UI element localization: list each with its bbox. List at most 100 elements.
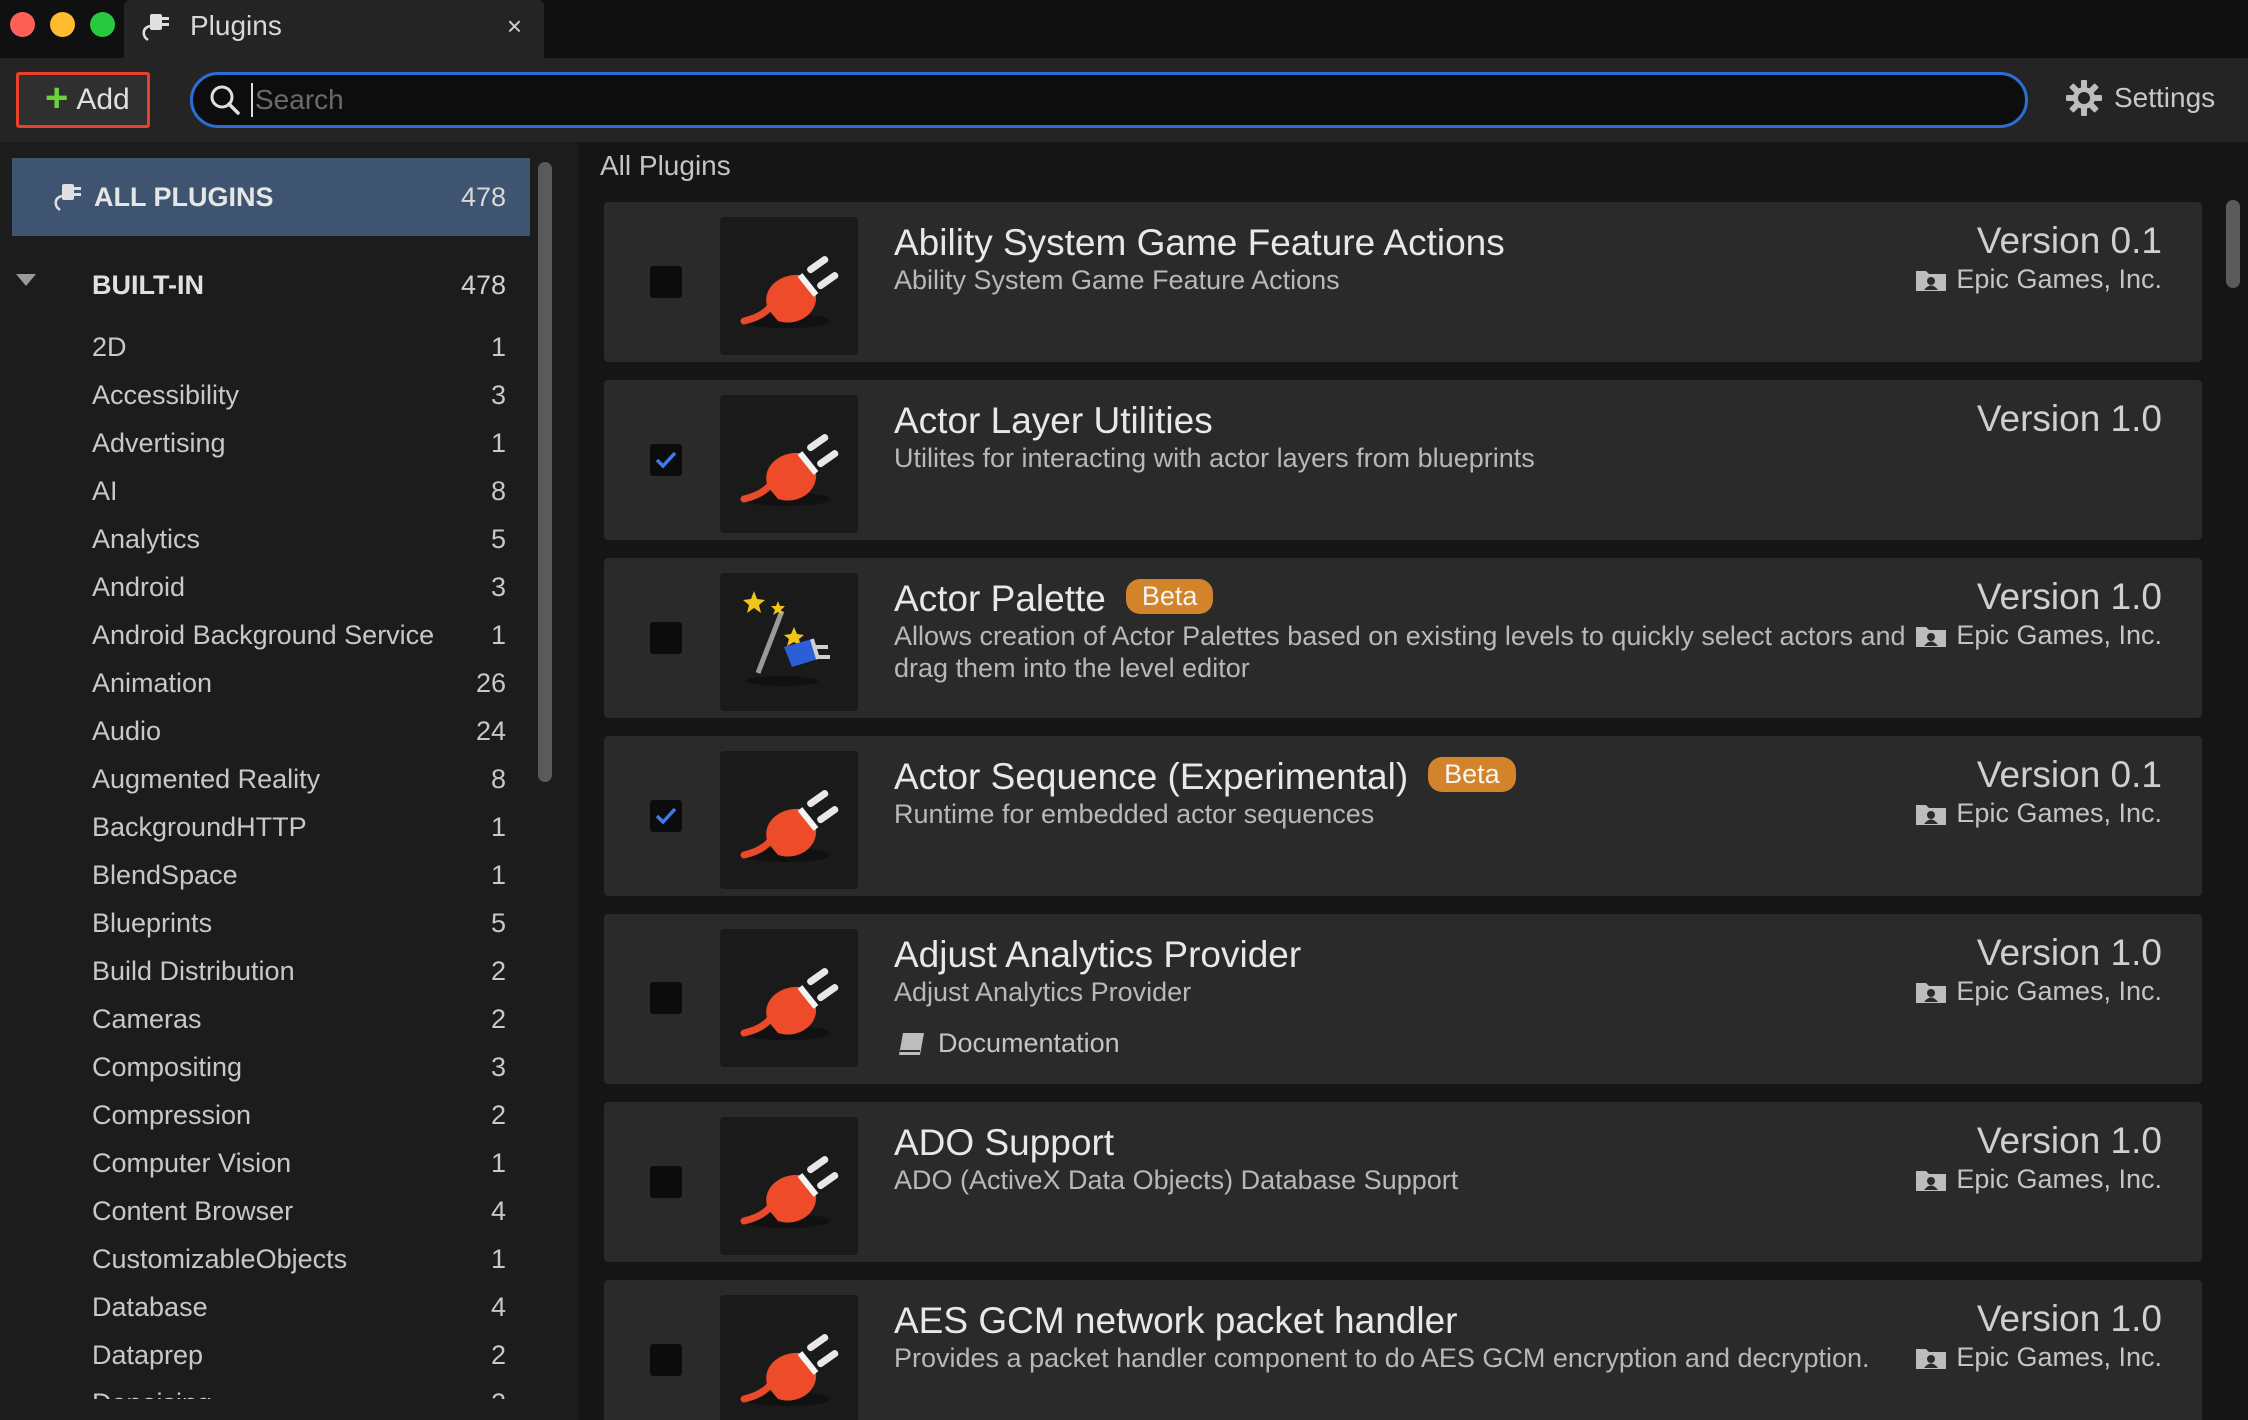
plugin-card[interactable]: ADO Support ADO (ActiveX Data Objects) D… (604, 1102, 2202, 1262)
category-count: 1 (490, 1148, 506, 1178)
plugin-description: Utilites for interacting with actor laye… (894, 443, 1535, 473)
enable-checkbox[interactable] (650, 444, 682, 476)
category-count: 4 (490, 1196, 506, 1226)
sidebar-item-category[interactable]: Content Browser 4 (0, 1188, 530, 1236)
category-name: Computer Vision (92, 1148, 292, 1178)
sidebar-item-category[interactable]: Audio 24 (0, 708, 530, 756)
plugin-author[interactable]: Epic Games, Inc. (1914, 798, 2162, 829)
author-name: Epic Games, Inc. (1956, 1164, 2162, 1194)
plugin-list-scrollbar[interactable] (2226, 200, 2240, 288)
category-name: AI (92, 476, 118, 506)
category-name: BlendSpace (92, 860, 238, 890)
sidebar-item-category[interactable]: Compositing 3 (0, 1044, 530, 1092)
plugin-version: Version 0.1 (1976, 754, 2162, 795)
sidebar-item-category[interactable]: Android 3 (0, 564, 530, 612)
category-name: Database (92, 1292, 208, 1322)
plugin-card[interactable]: Ability System Game Feature Actions Abil… (604, 202, 2202, 362)
category-name: Animation (92, 668, 213, 698)
enable-checkbox[interactable] (650, 266, 682, 298)
search-icon (210, 85, 240, 115)
beta-badge: Beta (1125, 579, 1214, 614)
sidebar-item-category[interactable]: Denoising 2 (0, 1380, 530, 1399)
plugin-name: ADO Support (894, 1122, 1115, 1163)
sidebar-item-category[interactable]: Android Background Service 1 (0, 612, 530, 660)
plugin-author[interactable]: Epic Games, Inc. (1914, 264, 2162, 295)
sidebar-item-category[interactable]: Blueprints 5 (0, 900, 530, 948)
sidebar-item-category[interactable]: Cameras 2 (0, 996, 530, 1044)
sidebar-item-category[interactable]: Computer Vision 1 (0, 1140, 530, 1188)
sidebar-item-category[interactable]: Dataprep 2 (0, 1332, 530, 1380)
close-tab-icon[interactable]: × (507, 11, 522, 42)
enable-checkbox[interactable] (650, 1344, 682, 1376)
category-name: Accessibility (92, 380, 240, 410)
tab-plugins[interactable]: Plugins × (124, 0, 544, 58)
plug-icon (720, 217, 858, 355)
all-plugins-label: ALL PLUGINS (94, 181, 274, 212)
plugin-description: Adjust Analytics Provider (894, 977, 1192, 1007)
sidebar-item-category[interactable]: Animation 26 (0, 660, 530, 708)
plugin-card[interactable]: AES GCM network packet handler Provides … (604, 1280, 2202, 1420)
category-count: 4 (490, 1292, 506, 1322)
category-name: Augmented Reality (92, 764, 321, 794)
category-name: Cameras (92, 1004, 202, 1034)
category-count: 1 (490, 1244, 506, 1274)
category-count: 1 (490, 332, 506, 362)
sidebar-group-built-in[interactable]: BUILT-IN 478 (0, 260, 530, 310)
sidebar-item-category[interactable]: BackgroundHTTP 1 (0, 804, 530, 852)
plugin-author[interactable]: Epic Games, Inc. (1914, 1164, 2162, 1195)
sidebar-item-category[interactable]: Advertising 1 (0, 420, 530, 468)
category-name: Dataprep (92, 1340, 204, 1370)
category-name: Advertising (92, 428, 226, 458)
category-count: 2 (491, 1388, 506, 1399)
minimize-window-button[interactable] (50, 12, 75, 37)
plug-icon (720, 929, 858, 1067)
documentation-label: Documentation (938, 1028, 1120, 1058)
category-count: 1 (490, 860, 506, 890)
sidebar-item-category[interactable]: Augmented Reality 8 (0, 756, 530, 804)
sidebar-item-category[interactable]: BlendSpace 1 (0, 852, 530, 900)
add-button-label: Add (76, 83, 130, 116)
category-count: 1 (490, 620, 506, 650)
sidebar-item-category[interactable]: Database 4 (0, 1284, 530, 1332)
sidebar-item-category[interactable]: Compression 2 (0, 1092, 530, 1140)
sidebar-scrollbar[interactable] (538, 162, 552, 782)
add-button[interactable]: + Add (16, 72, 150, 128)
close-window-button[interactable] (10, 12, 35, 37)
toolbar: + Add Settings (0, 58, 2248, 142)
plugin-description: Provides a packet handler component to d… (894, 1343, 1870, 1373)
plugin-card[interactable]: Actor Layer Utilities Utilites for inter… (604, 380, 2202, 540)
settings-button[interactable]: Settings (2064, 78, 2215, 118)
sidebar-item-category[interactable]: Build Distribution 2 (0, 948, 530, 996)
sidebar-item-category[interactable]: AI 8 (0, 468, 530, 516)
title-bar: Plugins × (0, 0, 2248, 58)
plugin-author[interactable]: Epic Games, Inc. (1914, 620, 2162, 651)
documentation-link[interactable]: Documentation (894, 1028, 1120, 1059)
category-count: 8 (490, 764, 506, 794)
category-count: 5 (490, 524, 506, 554)
plugin-card[interactable]: Adjust Analytics Provider Adjust Analyti… (604, 914, 2202, 1084)
category-count: 2 (490, 1100, 506, 1130)
enable-checkbox[interactable] (650, 1166, 682, 1198)
sidebar-item-category[interactable]: CustomizableObjects 1 (0, 1236, 530, 1284)
plug-icon (720, 1117, 858, 1255)
plugin-card[interactable]: Actor Palette Beta Allows creation of Act… (604, 558, 2202, 718)
enable-checkbox[interactable] (650, 622, 682, 654)
enable-checkbox[interactable] (650, 982, 682, 1014)
enable-checkbox[interactable] (650, 800, 682, 832)
category-name: Denoising (92, 1388, 212, 1399)
sidebar-item-category[interactable]: 2D 1 (0, 324, 530, 372)
sidebar-item-all-plugins[interactable]: ALL PLUGINS 478 (12, 158, 530, 236)
plugin-name: Actor Sequence (Experimental) Beta (894, 756, 1516, 798)
zoom-window-button[interactable] (90, 12, 115, 37)
search-box[interactable] (190, 72, 2028, 128)
plugin-description-line2: drag them into the level editor (894, 653, 1250, 683)
plugin-card[interactable]: Actor Sequence (Experimental) Beta Runtim… (604, 736, 2202, 896)
sidebar-item-category[interactable]: Analytics 5 (0, 516, 530, 564)
category-name: Build Distribution (92, 956, 295, 986)
search-input[interactable] (251, 83, 2025, 117)
plugin-author[interactable]: Epic Games, Inc. (1914, 1342, 2162, 1373)
sidebar-item-category[interactable]: Accessibility 3 (0, 372, 530, 420)
collapse-arrow-icon[interactable] (16, 274, 36, 286)
plugin-author[interactable]: Epic Games, Inc. (1914, 976, 2162, 1007)
plugin-name: Adjust Analytics Provider (894, 934, 1302, 975)
